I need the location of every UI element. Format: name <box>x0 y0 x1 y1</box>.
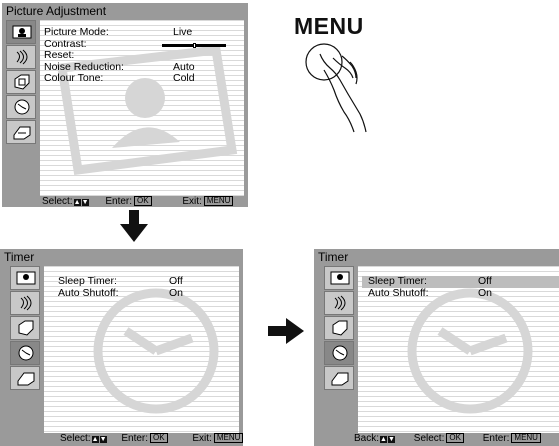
category-sidebar <box>324 266 354 434</box>
features-category-tab[interactable] <box>324 316 354 340</box>
features-icon <box>332 320 348 336</box>
row-value: Live <box>173 26 193 38</box>
sound-category-tab[interactable] <box>324 291 354 315</box>
row-value: On <box>169 286 184 299</box>
picture-icon <box>330 271 350 285</box>
sound-icon <box>334 295 346 311</box>
picture-category-tab[interactable] <box>10 266 40 290</box>
right-arrow-icon <box>268 318 304 344</box>
setup-icon <box>331 372 349 386</box>
sound-category-tab[interactable] <box>10 291 40 315</box>
auto-shutoff-row[interactable]: Auto Shutoff: On <box>58 286 228 300</box>
features-category-tab[interactable] <box>6 70 36 94</box>
select-hint: Select: <box>60 433 91 444</box>
screen-title: Timer <box>4 250 35 264</box>
ok-key-icon: OK <box>446 433 464 443</box>
menu-key-icon: MENU <box>213 433 243 443</box>
features-icon <box>14 74 30 90</box>
picture-icon <box>16 271 36 285</box>
colour-tone-row[interactable]: Colour Tone: Cold <box>44 72 234 85</box>
timer-category-tab[interactable] <box>10 341 40 365</box>
hand-pressing-button-icon <box>305 43 367 133</box>
menu-panel: Picture Mode: Live Contrast: Reset: Noise… <box>40 20 244 196</box>
picture-adjustment-screen: Picture Adjustment Picture Mode: Live Con… <box>2 3 248 207</box>
screen-title: Picture Adjustment <box>6 4 107 18</box>
settings-list: Sleep Timer: Off Auto Shutoff: On <box>58 275 228 300</box>
enter-hint: Enter: <box>482 433 510 444</box>
timer-screen: Timer Sleep Timer: Off Auto Shutoff: On Se… <box>0 249 243 446</box>
ok-key-icon: OK <box>134 196 152 206</box>
reset-row[interactable]: Reset: <box>44 49 234 62</box>
category-sidebar <box>6 20 36 195</box>
setup-icon <box>17 372 35 386</box>
ok-key-icon: OK <box>150 433 168 443</box>
row-label: Picture Mode: <box>44 26 109 38</box>
enter-hint: Enter: <box>121 433 149 444</box>
menu-panel: Sleep Timer: Off Auto Shutoff: On <box>358 266 559 433</box>
help-bar: Select:▲▼ Enter: OK Exit: MENU <box>60 433 243 444</box>
sleep-timer-row[interactable]: Sleep Timer: Off <box>362 275 559 288</box>
down-arrow-icon: ▼ <box>81 199 89 206</box>
timer-icon <box>18 345 34 361</box>
contrast-slider[interactable] <box>162 42 226 48</box>
row-label: Auto Shutoff: <box>58 286 119 299</box>
row-value: On <box>478 286 493 299</box>
down-arrow-icon: ▼ <box>388 436 396 443</box>
setup-category-tab[interactable] <box>6 120 36 144</box>
menu-button-label: MENU <box>294 13 364 39</box>
row-label: Sleep Timer: <box>368 275 427 287</box>
enter-hint: Enter: <box>105 196 133 207</box>
sound-icon <box>20 295 32 311</box>
timer-icon <box>14 99 30 115</box>
setup-category-tab[interactable] <box>10 366 40 390</box>
timer-icon <box>332 345 348 361</box>
up-arrow-icon: ▲ <box>73 199 81 206</box>
picture-category-tab[interactable] <box>6 20 36 44</box>
row-value: Cold <box>173 72 195 84</box>
settings-list: Picture Mode: Live Contrast: Reset: Noise… <box>44 26 234 85</box>
menu-panel: Sleep Timer: Off Auto Shutoff: On <box>44 266 239 433</box>
screen-title: Timer <box>318 250 349 264</box>
settings-list: Sleep Timer: Off Auto Shutoff: On <box>362 275 559 300</box>
sleep-timer-row[interactable]: Sleep Timer: Off <box>58 275 228 288</box>
help-bar: Back:▲▼ Select: OK Enter: MENU <box>354 433 541 444</box>
row-label: Auto Shutoff: <box>368 286 429 299</box>
slider-knob[interactable] <box>192 42 196 48</box>
exit-hint: Exit: <box>182 196 202 207</box>
row-value: Off <box>169 275 183 287</box>
row-label: Colour Tone: <box>44 72 104 84</box>
up-arrow-icon: ▲ <box>91 436 99 443</box>
row-label: Reset: <box>44 49 75 61</box>
down-arrow-icon <box>120 210 148 242</box>
select-hint: Select: <box>42 196 73 207</box>
auto-shutoff-row[interactable]: Auto Shutoff: On <box>362 286 559 300</box>
setup-category-tab[interactable] <box>324 366 354 390</box>
features-category-tab[interactable] <box>10 316 40 340</box>
timer-screen-selected: Timer Sleep Timer: Off Auto Shutoff: On Ba… <box>314 249 559 446</box>
up-arrow-icon: ▲ <box>380 436 388 443</box>
timer-category-tab[interactable] <box>324 341 354 365</box>
exit-hint: Exit: <box>192 433 212 444</box>
select-hint: Select: <box>413 433 445 444</box>
row-value: Off <box>478 275 492 287</box>
picture-mode-row[interactable]: Picture Mode: Live <box>44 26 234 39</box>
sound-category-tab[interactable] <box>6 45 36 69</box>
row-label: Sleep Timer: <box>58 275 117 287</box>
setup-icon <box>13 126 31 140</box>
timer-category-tab[interactable] <box>6 95 36 119</box>
menu-key-icon: MENU <box>511 433 541 443</box>
picture-icon <box>12 25 32 39</box>
features-icon <box>18 320 34 336</box>
menu-key-icon: MENU <box>203 196 234 206</box>
help-bar: Select:▲▼ Enter: OK Exit: MENU <box>42 196 234 207</box>
back-hint: Back: <box>354 433 380 444</box>
down-arrow-icon: ▼ <box>99 436 107 443</box>
category-sidebar <box>10 266 40 434</box>
picture-category-tab[interactable] <box>324 266 354 290</box>
sound-icon <box>16 49 28 65</box>
